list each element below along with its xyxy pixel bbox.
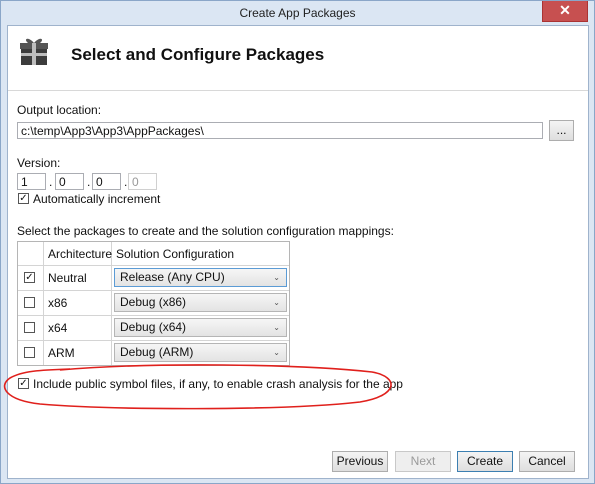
window-title: Create App Packages — [239, 6, 356, 20]
browse-button[interactable]: ... — [549, 120, 574, 141]
table-row: x86 Debug (x86) ⌄ — [18, 291, 289, 316]
version-separator: . — [49, 175, 53, 189]
packages-grid: Architecture Solution Configuration ✓ Ne… — [17, 241, 290, 366]
output-location-input[interactable]: c:\temp\App3\App3\AppPackages\ — [17, 122, 543, 139]
row-x86-checkbox[interactable] — [24, 297, 35, 308]
arch-cell: x64 — [48, 321, 68, 335]
row-arm-checkbox[interactable] — [24, 347, 35, 358]
page-title: Select and Configure Packages — [71, 45, 325, 64]
next-button: Next — [395, 451, 451, 472]
version-label: Version: — [17, 156, 61, 170]
create-button[interactable]: Create — [457, 451, 513, 472]
auto-increment-label: Automatically increment — [33, 192, 161, 206]
table-row: ✓ Neutral Release (Any CPU) ⌄ — [18, 266, 289, 291]
packages-instruction: Select the packages to create and the so… — [17, 224, 394, 238]
config-dropdown[interactable]: Debug (x64) ⌄ — [114, 318, 287, 337]
config-value: Debug (ARM) — [120, 345, 194, 359]
version-minor-input[interactable]: 0 — [55, 173, 84, 190]
config-dropdown[interactable]: Debug (ARM) ⌄ — [114, 343, 287, 362]
arch-cell: x86 — [48, 296, 68, 310]
row-x64-checkbox[interactable] — [24, 322, 35, 333]
package-gift-icon — [20, 36, 48, 69]
table-row: x64 Debug (x64) ⌄ — [18, 316, 289, 341]
cancel-button[interactable]: Cancel — [519, 451, 575, 472]
config-dropdown[interactable]: Release (Any CPU) ⌄ — [114, 268, 287, 287]
dialog-body: Select and Configure Packages Output loc… — [7, 25, 589, 479]
output-location-label: Output location: — [17, 103, 102, 117]
dialog-window: Create App Packages ✕ Select and Configu… — [0, 0, 595, 484]
architecture-header: Architecture — [48, 247, 113, 261]
previous-button[interactable]: Previous — [332, 451, 388, 472]
version-separator: . — [124, 175, 128, 189]
close-button[interactable]: ✕ — [542, 1, 588, 22]
chevron-down-icon: ⌄ — [273, 323, 280, 332]
grid-header-row: Architecture Solution Configuration — [18, 242, 289, 266]
arch-cell: Neutral — [48, 271, 87, 285]
symbols-label: Include public symbol files, if any, to … — [33, 377, 403, 391]
chevron-down-icon: ⌄ — [273, 348, 280, 357]
chevron-down-icon: ⌄ — [273, 273, 280, 282]
row-neutral-checkbox[interactable]: ✓ — [24, 272, 35, 283]
config-dropdown[interactable]: Debug (x86) ⌄ — [114, 293, 287, 312]
config-value: Release (Any CPU) — [120, 270, 225, 284]
config-value: Debug (x86) — [120, 295, 187, 309]
config-value: Debug (x64) — [120, 320, 187, 334]
chevron-down-icon: ⌄ — [273, 298, 280, 307]
dialog-header: Select and Configure Packages — [8, 26, 588, 91]
solution-config-header: Solution Configuration — [116, 247, 235, 261]
version-revision-input: 0 — [128, 173, 157, 190]
version-separator: . — [87, 175, 91, 189]
auto-increment-checkbox[interactable]: ✓ — [18, 193, 29, 204]
symbols-checkbox[interactable]: ✓ — [18, 378, 29, 389]
version-build-input[interactable]: 0 — [92, 173, 121, 190]
arch-cell: ARM — [48, 346, 75, 360]
table-row: ARM Debug (ARM) ⌄ — [18, 341, 289, 365]
version-major-input[interactable]: 1 — [17, 173, 46, 190]
